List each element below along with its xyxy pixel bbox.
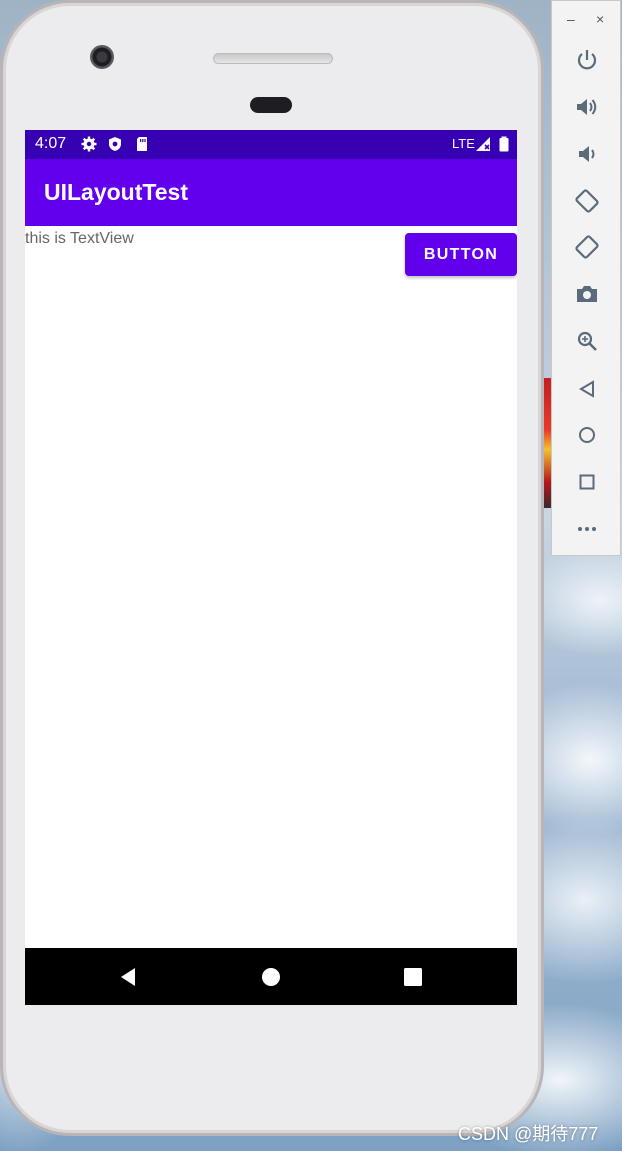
home-icon[interactable] (574, 422, 600, 448)
volume-down-icon[interactable] (574, 141, 600, 167)
home-icon[interactable] (260, 966, 282, 988)
signal-icon (476, 137, 490, 151)
power-icon[interactable] (574, 47, 600, 73)
front-camera (90, 45, 114, 69)
navigation-bar (25, 948, 517, 1005)
recents-icon[interactable] (402, 966, 424, 988)
sd-card-icon (137, 137, 147, 151)
device-screen: 4:07 LTE UILayoutTest this is TextView B… (25, 130, 517, 1005)
text-view: this is TextView (25, 230, 134, 247)
more-icon[interactable] (574, 516, 600, 542)
app-bar: UILayoutTest (25, 159, 517, 226)
watermark: CSDN @期待777 (458, 1124, 599, 1144)
speaker-grille (213, 53, 333, 64)
status-time: 4:07 (35, 135, 67, 152)
rotate-left-icon[interactable] (574, 188, 600, 214)
back-icon[interactable] (117, 966, 139, 988)
settings-icon (81, 136, 97, 152)
back-icon[interactable] (574, 376, 600, 402)
screenshot-icon[interactable] (574, 281, 600, 307)
emulator-device-frame: 4:07 LTE UILayoutTest this is TextView B… (0, 0, 544, 1136)
shield-icon (109, 137, 121, 151)
emulator-toolbar: – × (551, 0, 621, 556)
app-title: UILayoutTest (44, 179, 188, 205)
volume-up-icon[interactable] (574, 94, 600, 120)
close-button[interactable]: × (596, 11, 604, 27)
button[interactable]: BUTTON (405, 233, 517, 276)
zoom-icon[interactable] (574, 328, 600, 354)
network-type: LTE (452, 136, 475, 151)
earpiece (250, 97, 292, 113)
status-bar: 4:07 LTE (25, 130, 517, 159)
rotate-right-icon[interactable] (574, 234, 600, 260)
overview-icon[interactable] (574, 469, 600, 495)
battery-icon (499, 136, 509, 152)
minimize-button[interactable]: – (567, 11, 575, 27)
